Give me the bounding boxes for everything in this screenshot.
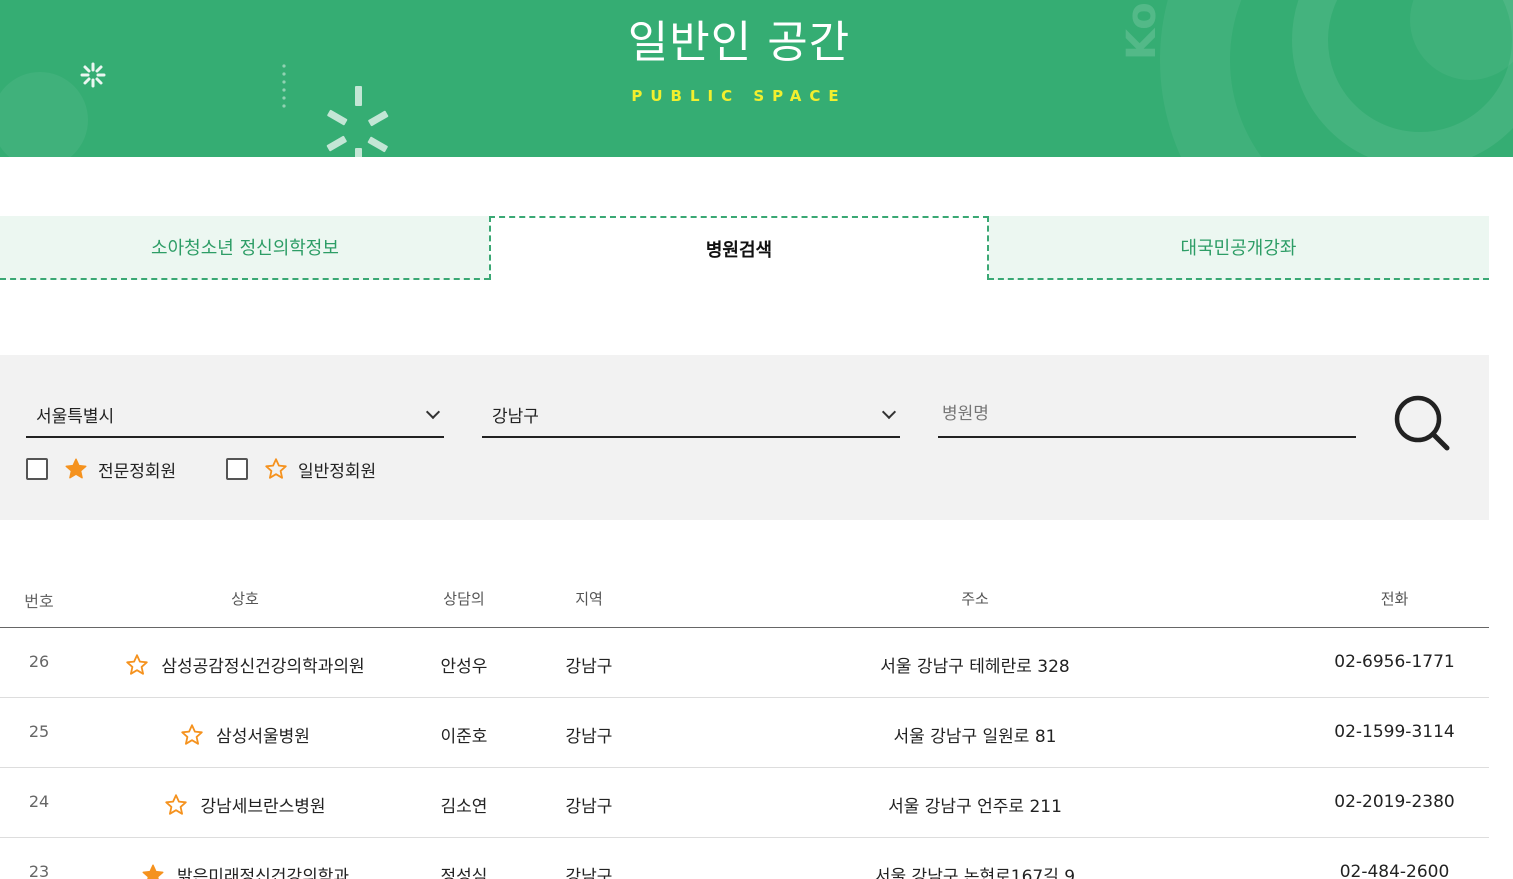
row-phone: 02-2019-2380 <box>1334 792 1455 812</box>
filter-specialist-member: 전문정회원 <box>26 455 176 483</box>
row-number: 25 <box>28 722 50 741</box>
search-panel: 서울특별시 강남구 전문정회원 일반정회원 <box>0 355 1489 520</box>
hospital-table: 번호 상호 상담의 지역 주소 전화 26 삼성공감정신건강의학과의원 안성우 … <box>0 566 1489 879</box>
specialist-member-label: 전문정회원 <box>98 461 177 482</box>
filled-star-icon <box>65 458 87 479</box>
general-member-checkbox[interactable] <box>226 458 248 480</box>
outline-star-icon <box>181 723 203 745</box>
page-subtitle: PUBLIC SPACE <box>631 87 847 105</box>
hospital-name-link[interactable]: 삼성공감정신건강의학과의원 <box>161 652 364 677</box>
chevron-down-icon <box>425 404 441 420</box>
header-phone: 전화 <box>1380 590 1409 608</box>
city-select-value: 서울특별시 <box>36 407 115 427</box>
row-doctor: 이준호 <box>440 727 488 747</box>
outline-star-icon <box>165 793 188 815</box>
row-address: 서울 강남구 일원로 81 <box>893 727 1057 747</box>
row-number: 26 <box>28 652 50 671</box>
header-address: 주소 <box>961 590 989 608</box>
header-doctor: 상담의 <box>443 590 485 608</box>
row-area: 강남구 <box>565 797 613 817</box>
row-address: 서울 강남구 테헤란로 328 <box>880 657 1070 677</box>
page-title: 일반인 공간 <box>627 17 851 68</box>
section-tabs: 소아청소년 정신의학정보 대국민공개강좌 병원검색 <box>0 216 1489 280</box>
general-member-label: 일반정회원 <box>298 461 377 482</box>
row-area: 강남구 <box>565 657 613 677</box>
outline-star-icon <box>126 653 149 675</box>
hospital-name-link[interactable]: 강남세브란스병원 <box>200 792 325 817</box>
table-row[interactable]: 24 강남세브란스병원 김소연 강남구 서울 강남구 언주로 211 02-20… <box>0 768 1489 838</box>
row-doctor: 김소연 <box>440 797 488 817</box>
outline-star-icon <box>265 458 287 479</box>
row-area: 강남구 <box>565 867 613 879</box>
filter-general-member: 일반정회원 <box>226 455 376 483</box>
search-icon[interactable] <box>1392 395 1452 455</box>
table-header: 번호 상호 상담의 지역 주소 전화 <box>0 566 1489 628</box>
hospital-name-link[interactable]: 삼성서울병원 <box>216 722 310 747</box>
filled-star-icon <box>142 864 164 879</box>
row-number: 24 <box>28 792 50 811</box>
row-number: 23 <box>28 862 50 879</box>
row-address: 서울 강남구 언주로 211 <box>888 797 1062 817</box>
district-select-value: 강남구 <box>492 407 539 427</box>
row-phone: 02-484-2600 <box>1339 862 1450 879</box>
tab-hospital-search[interactable]: 병원검색 <box>489 216 989 280</box>
hospital-name-input[interactable] <box>938 395 1356 438</box>
table-row[interactable]: 23 밝은미래정신건강의학과 정성심 강남구 서울 강남구 논현로167길 9 … <box>0 838 1489 879</box>
row-area: 강남구 <box>565 727 613 747</box>
header-name: 상호 <box>231 590 259 608</box>
row-doctor: 정성심 <box>440 867 488 879</box>
chevron-down-icon <box>881 404 897 420</box>
row-phone: 02-6956-1771 <box>1334 652 1455 672</box>
specialist-member-checkbox[interactable] <box>26 458 48 480</box>
header-area: 지역 <box>575 590 603 608</box>
row-phone: 02-1599-3114 <box>1334 722 1455 742</box>
row-address: 서울 강남구 논현로167길 9 <box>874 867 1076 879</box>
tab-child-psychiatry-info[interactable]: 소아청소년 정신의학정보 <box>0 216 490 280</box>
hospital-name-link[interactable]: 밝은미래정신건강의학과 <box>177 862 349 879</box>
table-row[interactable]: 26 삼성공감정신건강의학과의원 안성우 강남구 서울 강남구 테헤란로 328… <box>0 628 1489 698</box>
table-row[interactable]: 25 삼성서울병원 이준호 강남구 서울 강남구 일원로 81 02-1599-… <box>0 698 1489 768</box>
district-select[interactable]: 강남구 <box>482 395 900 438</box>
page-banner: Kor 일반인 공간 PUBLIC SPACE <box>0 0 1513 157</box>
city-select[interactable]: 서울특별시 <box>26 395 444 438</box>
tab-public-lectures[interactable]: 대국민공개강좌 <box>988 216 1489 280</box>
row-doctor: 안성우 <box>440 657 488 677</box>
header-number: 번호 <box>24 592 54 611</box>
